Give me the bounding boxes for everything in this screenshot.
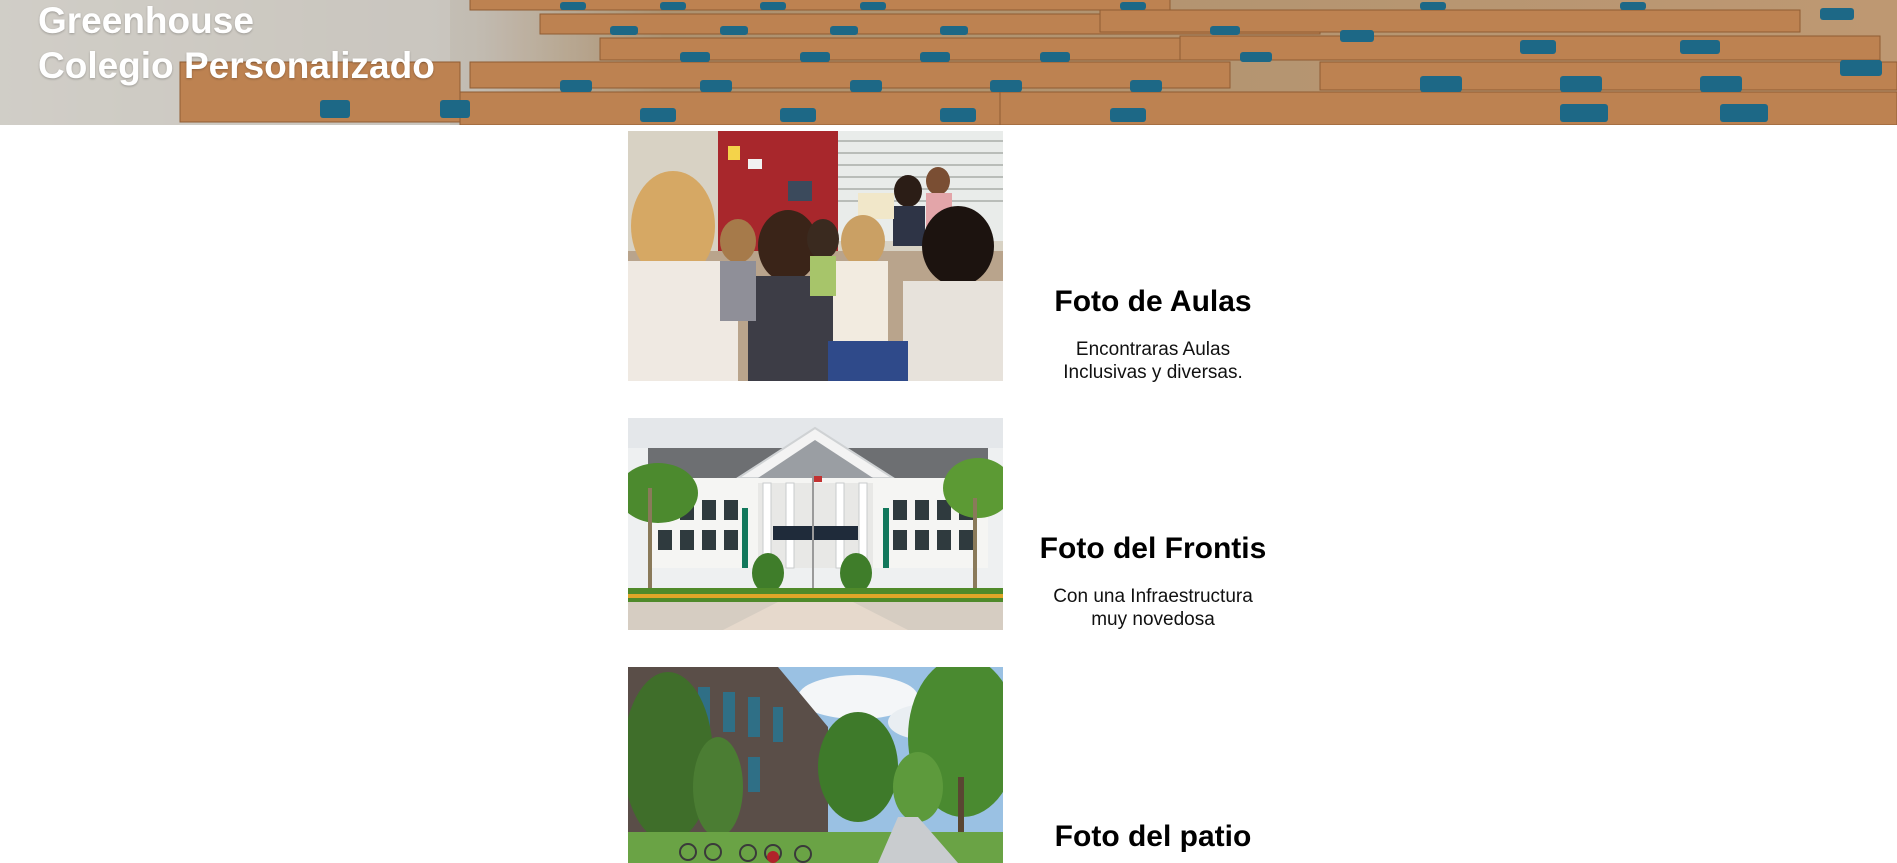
building-facade-photo — [628, 418, 1003, 630]
site-title: Greenhouse Colegio Personalizado — [38, 0, 435, 88]
gallery-description-frontis-line1: Con una Infraestructura — [1053, 586, 1253, 607]
gallery-caption-patio: Foto del patio — [1038, 819, 1268, 855]
gallery-description-frontis-line2: muy novedosa — [1091, 609, 1215, 630]
gallery-card-patio: Foto del patio — [628, 667, 1268, 863]
header-banner: Greenhouse Colegio Personalizado — [0, 0, 1897, 125]
campus-courtyard-photo — [628, 667, 1003, 863]
gallery-caption-aulas: Foto de Aulas Encontraras Aulas Inclusiv… — [1038, 284, 1268, 384]
gallery-description-aulas-line2: Inclusivas y diversas. — [1063, 362, 1243, 383]
gallery-title-frontis: Foto del Frontis — [1039, 532, 1267, 565]
gallery-title-patio: Foto del patio — [1054, 820, 1252, 853]
gallery-description-frontis: Con una Infraestructura muy novedosa — [1038, 585, 1268, 631]
gallery-title-aulas: Foto de Aulas — [1054, 285, 1252, 318]
gallery-description-aulas-line1: Encontraras Aulas — [1075, 339, 1231, 360]
site-title-line1: Greenhouse — [38, 0, 254, 41]
site-title-line2: Colegio Personalizado — [38, 45, 435, 86]
gallery-description-aulas: Encontraras Aulas Inclusivas y diversas. — [1038, 338, 1268, 384]
gallery-card-frontis: Foto del Frontis Con una Infraestructura… — [628, 418, 1268, 630]
gallery-caption-frontis: Foto del Frontis Con una Infraestructura… — [1038, 531, 1268, 631]
gallery-card-aulas: Foto de Aulas Encontraras Aulas Inclusiv… — [628, 131, 1268, 384]
classroom-photo — [628, 131, 1003, 381]
